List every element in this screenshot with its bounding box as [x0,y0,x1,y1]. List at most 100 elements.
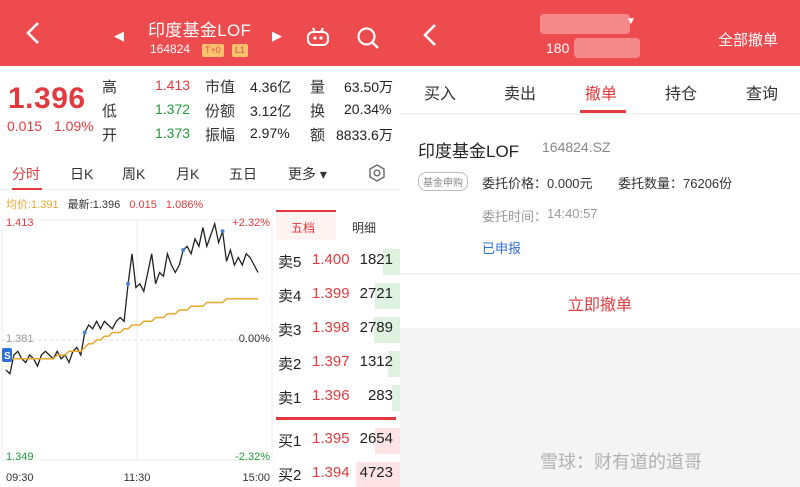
trade-marker-dot [82,330,87,335]
watermark: 雪球：财有道的道哥 [540,452,702,472]
stat-label: 量 [310,79,326,96]
order-price: 0.000元 [547,176,593,191]
orders-screen: ▼ 180 全部撤单 买入 卖出 撤单 持仓 查询 印度基金LOF 164824… [400,0,800,487]
chart-tabs: 分时 日K 周K 月K 五日 更多 ▾ [0,154,400,190]
next-stock-icon[interactable]: ▶ [272,28,282,44]
level-volume: 2654 [359,430,393,447]
stat-label: 高 [102,79,118,96]
stat-label: 振幅 [205,127,236,144]
stat-turnover: 20.34% [344,101,392,117]
trade-marker-dot [220,229,225,234]
tab-daily-k[interactable]: 日K [70,164,93,184]
stat-low: 1.372 [155,101,191,117]
stat-volume: 63.50万 [344,79,394,95]
trade-tabs: 买入 卖出 撤单 持仓 查询 [400,66,800,114]
orderbook-tab-details[interactable]: 明细 [352,219,376,236]
quote-screen: ◀ 印度基金LOF 164824 T+0 L1 ▶ 1.396 0.015 1.… [0,0,400,487]
level-label: 买1 [278,433,302,450]
y-tick-right: +2.32% [232,217,270,229]
stat-label: 市值 [205,79,236,96]
back-arrow-icon[interactable] [420,22,442,48]
level-volume: 2789 [359,319,393,336]
level-price: 1.399 [312,285,350,302]
ask-level-row[interactable]: 卖4 1.399 2721 [274,278,400,309]
stat-market-cap: 4.36亿 [250,79,292,95]
bid-level-row[interactable]: 买1 1.395 2654 [274,423,400,454]
stat-amplitude: 2.97% [250,125,290,141]
x-tick: 09:30 [6,472,34,484]
ask-level-row[interactable]: 卖1 1.396 283 [274,380,400,411]
level-volume: 4723 [359,464,393,481]
active-tab-underline [580,110,626,113]
quote-header: ◀ 印度基金LOF 164824 T+0 L1 ▶ [0,0,400,66]
tab-cancel-order[interactable]: 撤单 [585,80,617,104]
volume-bar [392,385,400,411]
robot-assistant-icon[interactable] [306,27,330,47]
tab-intraday[interactable]: 分时 [12,164,40,184]
level-label: 卖3 [278,322,302,339]
order-qty-label: 委托数量： [618,176,684,191]
level-price: 1.395 [312,430,350,447]
tab-query[interactable]: 查询 [746,80,778,104]
order-type-tag: 基金申购 [418,172,468,191]
order-fund-name: 印度基金LOF [418,142,520,161]
order-status: 已申报 [482,241,522,256]
average-price-line [6,298,258,360]
x-tick: 15:00 [242,472,270,484]
tab-more[interactable]: 更多 ▾ [288,164,327,184]
level-volume: 283 [367,387,393,404]
orderbook-tab-five-levels[interactable]: 五档 [291,219,315,236]
level-volume: 1821 [359,251,393,268]
ask-level-row[interactable]: 卖3 1.398 2789 [274,312,400,343]
y-tick-left: 1.381 [6,333,34,345]
stat-high: 1.413 [155,77,191,93]
orders-header: ▼ 180 全部撤单 [400,0,800,66]
order-price-label: 委托价格： [482,176,548,191]
level-label: 卖2 [278,356,302,373]
level-price: 1.400 [312,251,350,268]
active-tab-underline [12,188,42,190]
level-volume: 1312 [359,353,393,370]
order-card[interactable]: 印度基金LOF 164824.SZ 基金申购 委托价格： 0.000元 委托数量… [400,115,800,273]
level-price: 1.398 [312,319,350,336]
prev-stock-icon[interactable]: ◀ [114,28,124,44]
tab-weekly-k[interactable]: 周K [122,164,145,184]
bid-level-row[interactable]: 买2 1.394 4723 [274,457,400,487]
ask-level-row[interactable]: 卖2 1.397 1312 [274,346,400,377]
ask-level-row[interactable]: 卖5 1.400 1821 [274,244,400,275]
cancel-now-button[interactable]: 立即撤单 [400,291,800,315]
price-line [5,221,259,375]
order-time-label: 委托时间： [482,209,548,224]
price-change: 0.015 [7,118,43,134]
account-number: 180 [546,40,570,56]
cancel-all-button[interactable]: 全部撤单 [718,29,778,50]
trade-marker-dot [181,248,186,252]
y-tick-left: 1.349 [6,451,34,463]
tab-positions[interactable]: 持仓 [665,80,697,104]
masked-account-number [574,38,640,58]
stat-label: 开 [102,127,118,144]
level-price: 1.397 [312,353,350,370]
stat-open: 1.373 [155,125,191,141]
l1-badge: L1 [232,44,249,57]
level-price: 1.394 [312,464,350,481]
cancel-row: 立即撤单 [400,274,800,328]
level-label: 卖4 [278,288,302,305]
tab-sell[interactable]: 卖出 [504,80,536,104]
account-dropdown-icon[interactable]: ▼ [626,16,636,27]
level-volume: 2721 [359,285,393,302]
level-label: 买2 [278,467,302,484]
back-arrow-icon[interactable] [22,20,46,46]
stat-label: 份额 [205,103,236,120]
tab-five-day[interactable]: 五日 [229,164,257,184]
trade-marker-dot [126,281,131,286]
search-icon[interactable] [356,26,380,50]
order-book: 五档 明细 卖5 1.400 1821 卖4 1.399 2721 卖3 1.398 2789 卖… [274,210,400,487]
settings-icon[interactable] [368,164,386,182]
masked-account-name [540,14,630,34]
tab-monthly-k[interactable]: 月K [176,164,199,184]
order-fund-code: 164824.SZ [542,139,611,155]
intraday-chart[interactable]: 1.413 1.381 1.349 +2.32% 0.00% -2.32% 09… [0,210,274,487]
y-tick-right: 0.00% [239,333,270,345]
tab-buy[interactable]: 买入 [424,80,456,104]
